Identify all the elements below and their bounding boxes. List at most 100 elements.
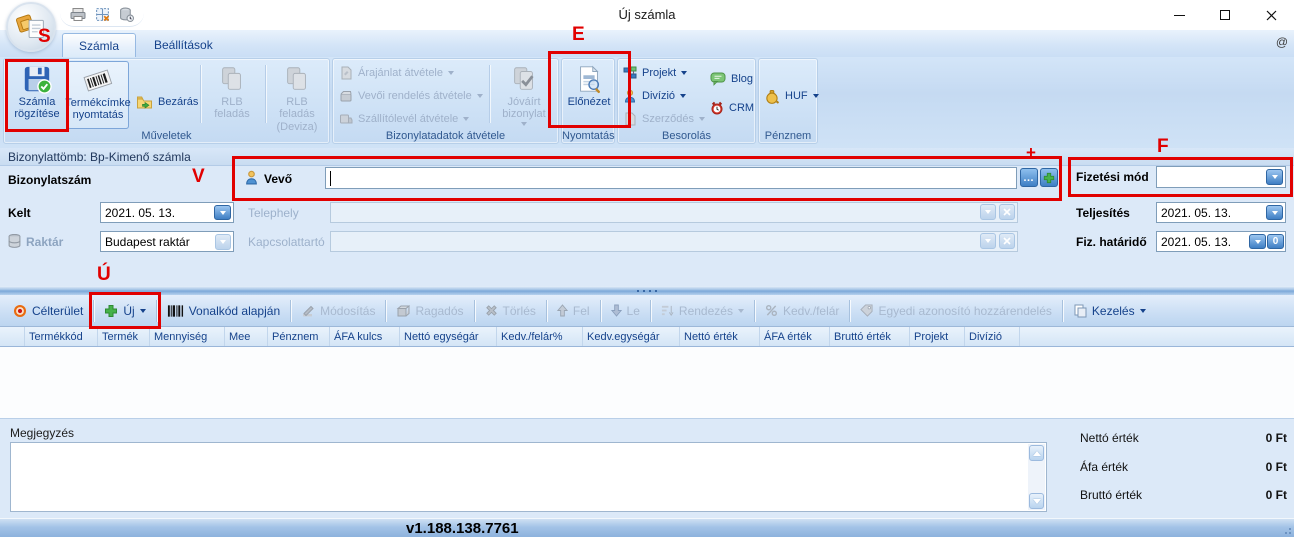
teljesites-date-picker[interactable]: 2021. 05. 13. [1156,202,1286,223]
scroll-down-button[interactable] [1029,493,1044,509]
maximize-icon [1220,10,1230,20]
dropdown-button-disabled [215,234,231,250]
app-logo-icon [12,8,50,46]
zero-days-button[interactable]: 0 [1267,234,1284,249]
credited-document-icon [509,64,539,94]
vevo-input[interactable] [325,167,1017,189]
footer-panel: Megjegyzés Nettó érték0 Ft Áfa érték0 Ft… [0,418,1294,518]
horizontal-splitter[interactable] [0,286,1294,295]
column-header[interactable]: Nettó egységár [400,327,497,346]
vevo-browse-button[interactable]: … [1020,168,1038,187]
termekcimke-nyomtatas-button[interactable]: Termékcímke nyomtatás [67,61,129,129]
blog-button[interactable]: Blog [710,68,753,90]
vevo-field-group: Vevő … + [232,156,1062,201]
scroll-up-button[interactable] [1029,445,1044,461]
le-button: Le [602,299,649,323]
column-header[interactable]: Kedv.egységár [583,327,680,346]
kelt-date-picker[interactable]: 2021. 05. 13. [100,202,234,223]
fiz-hatarido-date-picker[interactable]: 2021. 05. 13. 0 [1156,231,1286,252]
rlb-feladas-button: RLB feladás [203,61,261,129]
column-header[interactable]: Projekt [910,327,965,346]
fizetesi-mod-select[interactable] [1156,166,1286,188]
column-header[interactable]: Mee [225,327,268,346]
raktar-select[interactable]: Budapest raktár [100,231,234,252]
dropdown-button[interactable] [214,205,231,220]
minimize-button[interactable] [1156,0,1202,30]
elonezet-button[interactable]: Előnézet [560,61,618,129]
column-header[interactable]: Termék [98,327,150,346]
selection-grid-icon[interactable] [95,7,110,22]
column-header[interactable]: Kedv./felár% [497,327,583,346]
dropdown-button[interactable] [1266,205,1283,220]
blog-speech-bubble-icon [710,72,726,86]
telephely-select [330,202,1018,223]
ragados-button: Ragadós [387,299,472,323]
column-header[interactable]: Nettó érték [680,327,760,346]
huf-currency-button[interactable]: HUF [765,85,819,107]
column-header-filler [1020,327,1294,346]
chevron-down-icon [1272,175,1278,179]
ribbon-group-penznem: HUF Pénznem [758,58,818,144]
column-header[interactable]: Mennyiség [150,327,225,346]
contract-document-icon [623,112,637,126]
delivery-note-icon [339,112,353,126]
bizonylatszam-label: Bizonylatszám [8,173,91,187]
sort-icon [661,304,674,317]
items-toolbar: Célterület Új Vonalkód alapján Módosítás [0,295,1294,327]
torles-button: Törlés [476,299,545,323]
vonalkod-alapjan-button[interactable]: Vonalkód alapján [158,299,289,323]
chevron-down-icon [699,117,705,121]
crm-alarm-clock-icon [710,101,724,115]
chevron-up-icon [1033,451,1041,456]
warehouse-database-icon [8,234,21,248]
print-icon[interactable] [70,7,86,22]
resize-grip-icon[interactable] [1281,524,1291,534]
megjegyzes-textarea[interactable] [10,442,1047,512]
tab-szamla[interactable]: Számla [62,33,136,57]
group-label-besorolas: Besorolás [618,130,755,142]
dropdown-button[interactable] [1249,234,1266,249]
rendezes-button: Rendezés [652,299,753,323]
minimize-icon [1174,15,1185,16]
vevo-label: Vevő [264,172,292,186]
application-menu-button[interactable] [6,2,56,52]
szerzodes-button: Szerződés [623,108,705,130]
close-icon [1266,10,1277,21]
close-button[interactable] [1248,0,1294,30]
szamla-rogzitese-button[interactable]: Számla rögzítése [8,61,66,129]
crm-button[interactable]: CRM [710,97,754,119]
vevo-add-button[interactable] [1040,168,1058,187]
dropdown-button[interactable] [1266,169,1283,185]
print-preview-icon [574,64,604,94]
tab-beallitasok[interactable]: Beállítások [138,33,229,57]
database-schedule-icon[interactable] [119,7,134,22]
divizio-button[interactable]: Divízió [623,85,686,107]
items-grid-body[interactable] [0,347,1294,418]
chevron-down-icon [813,94,819,98]
celterulet-button[interactable]: Célterület [4,299,92,323]
maximize-button[interactable] [1202,0,1248,30]
target-bullseye-icon [13,304,27,318]
chevron-down-icon [477,94,483,98]
column-header[interactable]: Bruttó érték [830,327,910,346]
chevron-down-icon [1033,499,1041,504]
group-label-nyomtatas: Nyomtatás [562,130,614,142]
bezaras-button[interactable]: Bezárás [136,91,198,113]
ellipsis-icon: … [1023,175,1035,181]
uj-button[interactable]: Új [95,299,154,323]
projekt-button[interactable]: Projekt [623,62,687,84]
memo-scrollbar[interactable] [1028,444,1045,510]
division-person-icon [623,89,637,103]
column-header[interactable]: Pénznem [268,327,330,346]
chevron-down-icon [1272,211,1278,215]
column-header[interactable]: ÁFA kulcs [330,327,400,346]
new-plus-icon [104,304,118,318]
invoice-header-form: Bizonylattömb: Bp-Kimenő számla Bizonyla… [0,148,1294,286]
ribbon: Számla rögzítése Termékcímke nyomtatás B… [0,57,1294,148]
kezeles-button[interactable]: Kezelés [1064,299,1155,323]
kedv-felar-button: Kedv./felár [756,299,848,323]
column-header[interactable]: Divízió [965,327,1020,346]
column-header[interactable]: ÁFA érték [760,327,830,346]
column-header[interactable]: Termékkód [25,327,98,346]
brutto-ertek-total: Bruttó érték0 Ft [1080,488,1287,504]
